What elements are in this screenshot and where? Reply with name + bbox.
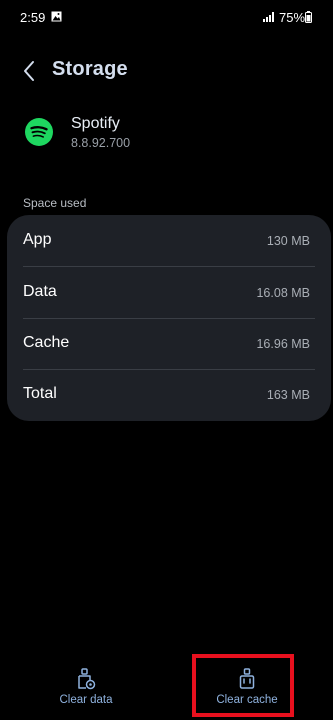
storage-card: App 130 MB Data 16.08 MB Cache 16.96 MB … [7, 215, 331, 421]
row-value: 16.96 MB [256, 337, 310, 351]
page-title: Storage [52, 58, 128, 80]
row-value: 130 MB [266, 234, 310, 248]
row-value: 16.08 MB [256, 286, 310, 300]
back-button[interactable] [14, 56, 44, 86]
row-label: Data [23, 283, 57, 300]
storage-row-data: Data 16.08 MB [7, 267, 331, 319]
signal-icon [263, 12, 274, 22]
storage-row-app: App 130 MB [7, 215, 331, 267]
row-label: App [23, 231, 52, 248]
row-value: 163 MB [266, 388, 310, 402]
highlight-box [192, 654, 294, 717]
clear-data-icon [78, 668, 96, 690]
chevron-left-icon [24, 61, 34, 81]
status-bar: 2:59 75% [0, 0, 333, 34]
clear-data-button[interactable]: Clear data [26, 668, 146, 716]
app-name: Spotify [71, 115, 120, 132]
status-time: 2:59 [20, 10, 46, 25]
clear-data-label: Clear data [59, 694, 113, 706]
spotify-icon [25, 118, 53, 146]
row-label: Cache [23, 334, 70, 351]
battery-icon [305, 11, 312, 23]
storage-row-cache: Cache 16.96 MB [7, 318, 331, 370]
battery-percent: 75% [279, 10, 306, 25]
storage-row-total: Total 163 MB [7, 369, 331, 421]
row-label: Total [23, 385, 57, 402]
section-header-space-used: Space used [23, 196, 87, 210]
app-version: 8.8.92.700 [71, 136, 131, 150]
gallery-icon [51, 11, 62, 22]
